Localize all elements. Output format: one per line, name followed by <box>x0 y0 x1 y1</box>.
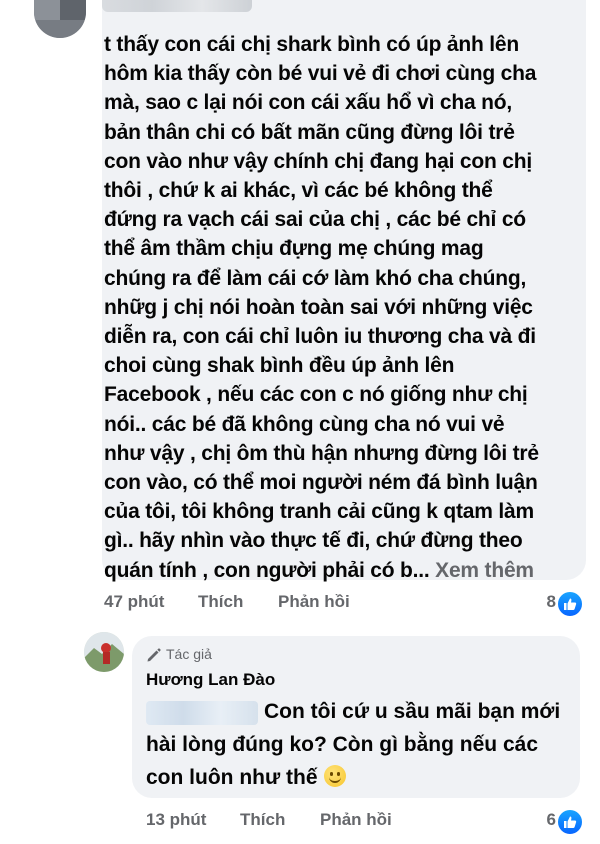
reply-timestamp[interactable]: 13 phút <box>146 810 206 830</box>
comment-line: con vào như vậy chính chị đang hại con c… <box>104 149 533 173</box>
comment-line: đứng ra vạch cái sai của chị , các bé ch… <box>104 208 526 232</box>
comment-last-line: quán tính , con người phải có b... Xem t… <box>104 556 574 585</box>
reply-line-text: Con tôi cứ u sầu mãi bạn mới <box>264 700 561 723</box>
like-reaction-icon <box>556 590 584 618</box>
reply-actions: 13 phút Thích Phản hồi <box>146 810 506 834</box>
comment-body: t thấy con cái chị shark bình có úp ảnh … <box>104 30 574 585</box>
author-avatar[interactable] <box>84 632 124 672</box>
comment-line: choi cùng shak bình đều úp ảnh lên <box>104 354 455 378</box>
comment-line: mà, sao c lại nói con cái xấu hổ vì cha … <box>104 91 513 115</box>
comment-line: hôm kia thấy còn bé vui vẻ đi chơi cùng … <box>104 62 537 86</box>
reply-button[interactable]: Phản hồi <box>278 592 350 612</box>
comment-line: diễn ra, con cái chỉ luôn iu thương cha … <box>104 325 536 349</box>
like-button[interactable]: Thích <box>198 592 243 612</box>
reply-reactions[interactable]: 6 <box>520 808 584 836</box>
reply-line: Con tôi cứ u sầu mãi bạn mới <box>146 695 566 728</box>
comment-line: nhữg j chị nói hoàn toàn sai với những v… <box>104 295 533 319</box>
comment-line: như vậy , chị ôm thù hận nhưng đừng lôi … <box>104 441 539 465</box>
comment-reactions[interactable]: 8 <box>520 590 584 618</box>
reply-line-text: con luôn như thế <box>146 766 318 789</box>
comment-line: gì.. hãy nhìn vào thực tế đi, chứ đừng t… <box>104 529 523 553</box>
reaction-count: 6 <box>546 810 556 829</box>
comment-line: con vào, có thể moi người ném đá bình lu… <box>104 471 538 495</box>
comment-line: của tôi, tôi không tranh cải cũng k qtam… <box>104 500 534 524</box>
comment-timestamp[interactable]: 47 phút <box>104 592 164 612</box>
pencil-icon <box>147 648 161 662</box>
comment-line: t thấy con cái chị shark bình có úp ảnh … <box>104 33 519 56</box>
reaction-count: 8 <box>546 592 556 611</box>
comment-truncated-text: quán tính , con người phải có b... <box>104 558 430 582</box>
reply-line: con luôn như thế <box>146 761 566 794</box>
reply-like-button[interactable]: Thích <box>240 810 285 830</box>
comment-line: bản thân chi có bất mãn cũng đừng lôi tr… <box>104 120 515 144</box>
author-name[interactable]: Hương Lan Đào <box>146 670 275 690</box>
comment-line: chúng ra để làm cái cớ làm khó cha chúng… <box>104 266 527 290</box>
reply-body: Con tôi cứ u sầu mãi bạn mới hài lòng đú… <box>146 695 566 794</box>
see-more-link[interactable]: Xem thêm <box>435 559 534 582</box>
comment-line: nói.. các bé đã không cùng cha nó vui vẻ <box>104 412 505 436</box>
comment-line: Facebook , nếu các con c nó giống như ch… <box>104 383 528 407</box>
like-reaction-icon <box>556 808 584 836</box>
commenter-avatar[interactable] <box>34 0 86 38</box>
commenter-name-redacted[interactable] <box>102 0 252 12</box>
comment-line: thôi , chứ k ai khác, vì các bé không th… <box>104 179 493 203</box>
comment-line: thể âm thầm chịu đựng mẹ chúng mag <box>104 237 484 261</box>
comment-actions: 47 phút Thích Phản hồi <box>104 592 464 616</box>
author-badge-label: Tác giả <box>166 646 212 662</box>
smile-emoji-icon <box>323 765 346 787</box>
reply-reply-button[interactable]: Phản hồi <box>320 810 392 830</box>
reply-line: hài lòng đúng ko? Còn gì bằng nếu các <box>146 733 538 756</box>
